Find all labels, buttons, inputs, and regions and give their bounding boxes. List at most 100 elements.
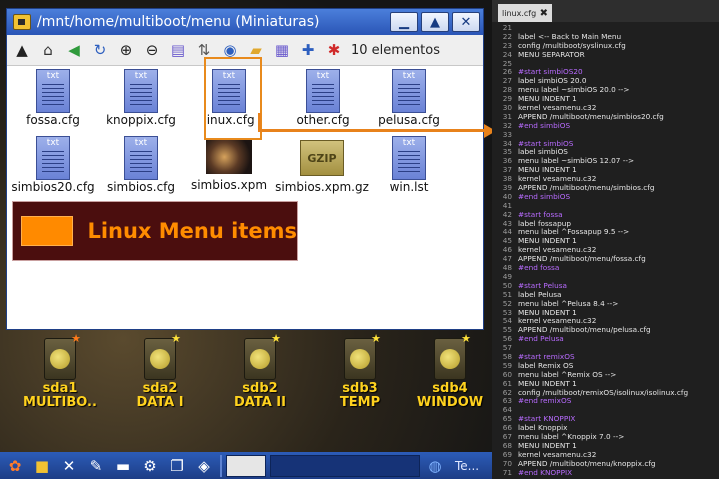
file-item[interactable]: GZIP simbios.xpm.gz	[272, 136, 372, 194]
browser-icon[interactable]: ◍	[423, 455, 447, 477]
edit-icon[interactable]: ✎	[84, 455, 108, 477]
file-name: simbios.cfg	[106, 180, 176, 194]
line-text: #end simbiOS	[518, 120, 571, 130]
file-name: simbios.xpm	[190, 178, 268, 192]
drive-icon-sdb2[interactable]: ★ sdb2 DATA II	[217, 332, 303, 410]
text-editor: linux.cfg ✖ 21 22 label <-- Back to Main M…	[492, 0, 719, 479]
code-line[interactable]: 40 #end simbiOS	[492, 192, 719, 202]
text-file-icon: txt	[36, 69, 70, 113]
line-text: #end fossa	[518, 263, 560, 273]
annotation-arrow	[258, 129, 484, 132]
code-line[interactable]: 63 #end remixOS	[492, 397, 719, 406]
drive-name: sdb2	[242, 381, 278, 396]
file-item[interactable]: txt win.lst	[363, 136, 455, 194]
refresh-icon[interactable]: ↻	[89, 39, 111, 61]
home-icon[interactable]: ⌂	[37, 39, 59, 61]
tools-icon[interactable]: ✕	[57, 455, 81, 477]
back-icon[interactable]: ◀	[63, 39, 85, 61]
drive-label: WINDOW	[416, 396, 484, 410]
taskbar: ✿ ■ ✕ ✎ ▬ ⚙ ❐ ◈ ◍ Te...	[0, 452, 492, 479]
drive-icon-sda2[interactable]: ★ sda2 DATA I	[117, 332, 203, 410]
star-icon: ★	[71, 332, 81, 345]
text-file-icon: txt	[124, 69, 158, 113]
file-name: other.cfg	[296, 113, 350, 127]
file-item[interactable]: txt pelusa.cfg	[363, 69, 455, 127]
code-area[interactable]: 21 22 label <-- Back to Main Menu 23 config …	[492, 22, 719, 477]
line-number: 71	[502, 467, 512, 477]
help-icon[interactable]: ✱	[323, 39, 345, 61]
line-text: #end Pelusa	[518, 334, 564, 344]
drive-icon: ★	[144, 332, 181, 380]
taskbar-window-button[interactable]	[226, 454, 266, 477]
start-menu-icon[interactable]: ✿	[3, 455, 27, 477]
close-button[interactable]: ✕	[452, 12, 480, 32]
star-icon: ★	[371, 332, 381, 345]
folder-icon[interactable]: ■	[30, 455, 54, 477]
windows-icon[interactable]: ❐	[165, 455, 189, 477]
terminal-icon[interactable]: ▬	[111, 455, 135, 477]
drive-name: sdb4	[432, 381, 468, 396]
window-title: /mnt/home/multiboot/menu (Miniaturas)	[37, 14, 320, 30]
code-line[interactable]: 56 #end Pelusa	[492, 334, 719, 344]
zoom-out-icon[interactable]: ⊖	[141, 39, 163, 61]
text-file-icon: txt	[36, 136, 70, 180]
up-arrow-icon[interactable]: ▲	[11, 39, 33, 61]
code-line[interactable]: 24 MENU SEPARATOR	[492, 49, 719, 60]
drive-label: MULTIBO..	[23, 396, 97, 410]
file-item[interactable]: txt simbios.cfg	[95, 136, 187, 194]
minimize-button[interactable]: ▁	[390, 12, 418, 32]
drive-manager-icon[interactable]: ◈	[192, 455, 216, 477]
file-item[interactable]: txt fossa.cfg	[7, 69, 99, 127]
drive-name: sda1	[42, 381, 78, 396]
line-text: #end remixOS	[518, 396, 572, 406]
text-file-icon: txt	[124, 136, 158, 180]
selection-highlight	[204, 57, 262, 140]
drive-icon-sdb3[interactable]: ★ sdb3 TEMP	[317, 332, 403, 410]
item-count: 10 elementos	[351, 42, 441, 58]
file-name: knoppix.cfg	[106, 113, 176, 127]
drive-icon: ★	[344, 332, 381, 380]
taskbar-window-button[interactable]	[270, 454, 420, 477]
zoom-in-icon[interactable]: ⊕	[115, 39, 137, 61]
drive-icon: ★	[434, 332, 471, 380]
annotation-banner: Linux Menu items	[12, 201, 298, 261]
code-line[interactable]: 71 #end KNOPPIX	[492, 467, 719, 478]
drive-name: sdb3	[342, 381, 378, 396]
star-icon: ★	[271, 332, 281, 345]
line-text: MENU SEPARATOR	[518, 49, 585, 59]
file-item[interactable]: simbios.xpm	[183, 136, 275, 192]
file-name: win.lst	[389, 180, 429, 194]
folder-home-icon	[13, 14, 31, 30]
file-item[interactable]: txt knoppix.cfg	[95, 69, 187, 127]
editor-tab-bar: linux.cfg ✖	[492, 0, 719, 22]
drive-label: DATA II	[234, 396, 286, 410]
taskbar-task-label[interactable]: Te...	[451, 455, 483, 477]
drive-label: TEMP	[339, 396, 381, 410]
code-line[interactable]: 32 #end simbiOS	[492, 120, 719, 131]
drive-icon-sda1[interactable]: ★ sda1 MULTIBO..	[17, 332, 103, 410]
close-tab-icon[interactable]: ✖	[540, 8, 548, 19]
view-icon[interactable]: ▤	[167, 39, 189, 61]
editor-tab[interactable]: linux.cfg ✖	[498, 4, 552, 22]
drive-icon-sdb4[interactable]: ★ sdb4 WINDOW	[410, 332, 490, 410]
add-icon[interactable]: ✚	[297, 39, 319, 61]
drive-name: sda2	[142, 381, 178, 396]
drive-label: DATA I	[136, 396, 184, 410]
star-icon: ★	[461, 332, 471, 345]
banner-text: Linux Menu items	[87, 219, 297, 243]
file-name: pelusa.cfg	[378, 113, 440, 127]
drive-icon: ★	[244, 332, 281, 380]
maximize-button[interactable]: ▲	[421, 12, 449, 32]
code-line[interactable]: 48 #end fossa	[492, 263, 719, 273]
tab-label: linux.cfg	[502, 8, 537, 18]
file-name: simbios.xpm.gz	[275, 180, 369, 194]
file-item[interactable]: txt simbios20.cfg	[7, 136, 99, 194]
file-name: simbios20.cfg	[11, 180, 95, 194]
settings-gear-icon[interactable]: ⚙	[138, 455, 162, 477]
file-item[interactable]: txt other.cfg	[277, 69, 369, 127]
line-text: #end KNOPPIX	[518, 467, 573, 477]
image-thumbnail	[206, 140, 252, 174]
window-titlebar[interactable]: /mnt/home/multiboot/menu (Miniaturas) ▁ …	[7, 9, 483, 35]
star-icon: ★	[171, 332, 181, 345]
panel-icon[interactable]: ▦	[271, 39, 293, 61]
